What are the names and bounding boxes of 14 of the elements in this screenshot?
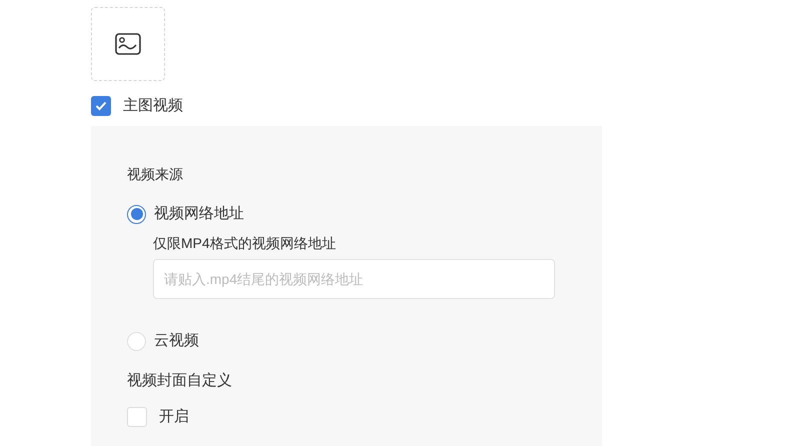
checkbox[interactable] xyxy=(127,407,147,427)
field-label: 视频来源 xyxy=(127,165,184,184)
radio-button[interactable] xyxy=(127,204,146,224)
checkbox[interactable] xyxy=(91,96,111,116)
url-input-field[interactable]: 请贴入.mp4结尾的视频网络地址 xyxy=(153,259,555,299)
radio-label: 视频网络地址 xyxy=(154,204,244,224)
image-upload-box[interactable] xyxy=(91,7,165,81)
checkbox-label: 主图视频 xyxy=(123,96,183,116)
image-icon xyxy=(115,33,141,55)
checkmark-icon xyxy=(95,101,107,111)
radio-label: 云视频 xyxy=(154,330,199,351)
field-label: 视频封面自定义 xyxy=(127,371,233,391)
checkbox-label: 开启 xyxy=(159,406,189,427)
hint-text: 仅限MP4格式的视频网络地址 xyxy=(153,234,337,253)
